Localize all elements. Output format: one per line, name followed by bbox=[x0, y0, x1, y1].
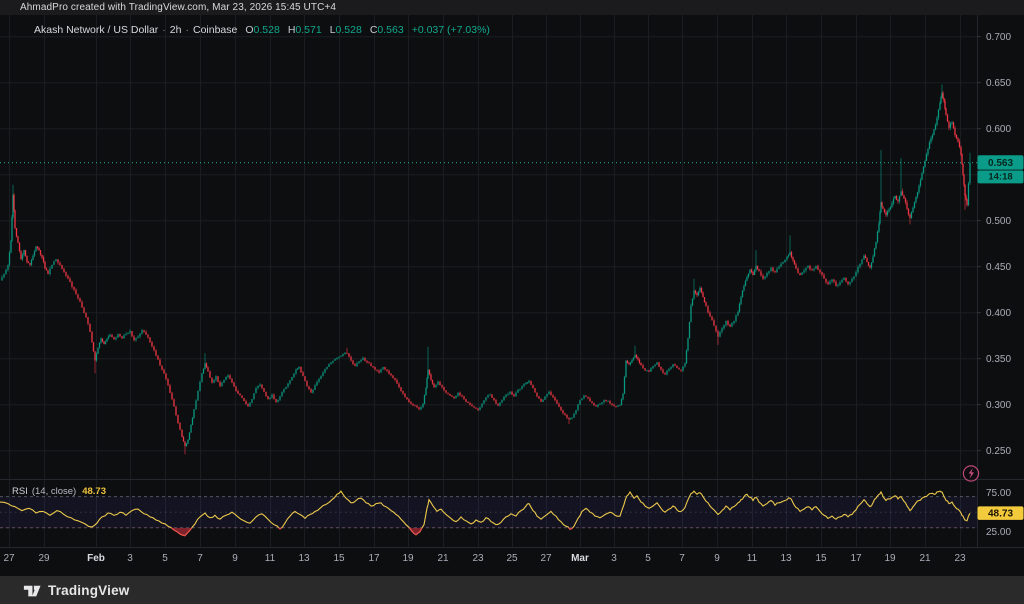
tradingview-logo-icon[interactable] bbox=[22, 581, 41, 600]
time-axis-label: 13 bbox=[780, 553, 792, 564]
current-price-badge-text: 0.563 bbox=[988, 158, 1013, 169]
chart-canvas[interactable]: 0.7000.6500.6000.5500.5000.4500.4000.350… bbox=[0, 0, 1024, 604]
symbol-title[interactable]: Akash Network / US Dollar bbox=[34, 24, 158, 36]
plot-layer: 0.7000.6500.6000.5500.5000.4500.4000.350… bbox=[0, 15, 1024, 576]
time-axis-label: Feb bbox=[87, 553, 105, 564]
time-axis-label: 15 bbox=[333, 553, 345, 564]
price-axis-label: 0.450 bbox=[986, 262, 1011, 273]
interval-label[interactable]: 2h bbox=[170, 24, 182, 36]
price-axis-label: 0.250 bbox=[986, 446, 1011, 457]
footer-bar: TradingView bbox=[0, 576, 1024, 604]
time-axis-label: 27 bbox=[3, 553, 15, 564]
price-axis-label: 0.600 bbox=[986, 124, 1011, 135]
time-axis-label: 5 bbox=[162, 553, 168, 564]
time-axis-label: 27 bbox=[540, 553, 552, 564]
ohlc-close-value: 0.563 bbox=[377, 24, 403, 36]
time-axis-label: 7 bbox=[679, 553, 685, 564]
time-axis-label: 3 bbox=[611, 553, 617, 564]
time-axis-label: 25 bbox=[506, 553, 518, 564]
time-axis-label: 11 bbox=[265, 553, 276, 564]
time-axis-label: 21 bbox=[437, 553, 449, 564]
time-axis-label: 23 bbox=[954, 553, 966, 564]
time-axis-label: 19 bbox=[402, 553, 414, 564]
legend-separator: · bbox=[185, 24, 189, 36]
time-axis-label: 17 bbox=[850, 553, 862, 564]
exchange-label[interactable]: Coinbase bbox=[193, 24, 237, 36]
quick-action-lightning-icon[interactable] bbox=[963, 466, 978, 481]
time-axis-label: 19 bbox=[884, 553, 896, 564]
ohlc-open-key: O bbox=[245, 24, 253, 36]
price-axis-label: 0.700 bbox=[986, 32, 1011, 43]
symbol-legend[interactable]: Akash Network / US Dollar·2h·CoinbaseO0.… bbox=[34, 24, 490, 36]
time-axis-label: 9 bbox=[714, 553, 720, 564]
rsi-indicator-legend[interactable]: RSI (14, close) 48.73 bbox=[12, 486, 106, 497]
ohlc-open-value: 0.528 bbox=[254, 24, 280, 36]
legend-separator: · bbox=[162, 24, 166, 36]
rsi-value: 48.73 bbox=[82, 486, 106, 497]
price-axis-label: 0.300 bbox=[986, 400, 1011, 411]
time-axis-label: 11 bbox=[747, 553, 758, 564]
time-axis-label: 3 bbox=[127, 553, 133, 564]
tradingview-brand-text[interactable]: TradingView bbox=[48, 583, 129, 598]
time-axis-label: 5 bbox=[645, 553, 651, 564]
bar-countdown-text: 14:18 bbox=[988, 172, 1012, 183]
change-value: +0.037 (+7.03%) bbox=[412, 24, 490, 36]
time-axis-label: Mar bbox=[571, 553, 589, 564]
time-axis-label: 13 bbox=[298, 553, 310, 564]
price-axis-label: 0.350 bbox=[986, 354, 1011, 365]
time-axis-label: 9 bbox=[232, 553, 238, 564]
time-axis-label: 29 bbox=[38, 553, 50, 564]
time-axis-label: 21 bbox=[919, 553, 931, 564]
ohlc-low-value: 0.528 bbox=[336, 24, 362, 36]
price-axis-label: 0.500 bbox=[986, 216, 1011, 227]
time-axis-label: 15 bbox=[815, 553, 827, 564]
time-axis-label: 17 bbox=[368, 553, 380, 564]
time-axis-label: 23 bbox=[472, 553, 484, 564]
time-axis-label: 7 bbox=[197, 553, 203, 564]
rsi-title[interactable]: RSI bbox=[12, 486, 28, 497]
rsi-axis-label: 75.00 bbox=[986, 488, 1011, 499]
ohlc-high-value: 0.571 bbox=[295, 24, 321, 36]
price-axis-label: 0.400 bbox=[986, 308, 1011, 319]
rsi-value-badge-text: 48.73 bbox=[988, 508, 1013, 519]
tradingview-chart-window: 0.7000.6500.6000.5500.5000.4500.4000.350… bbox=[0, 0, 1024, 604]
attribution-bar: AhmadPro created with TradingView.com, M… bbox=[0, 0, 1024, 15]
attribution-text: AhmadPro created with TradingView.com, M… bbox=[20, 2, 336, 13]
rsi-params: (14, close) bbox=[32, 486, 76, 497]
rsi-axis-label: 25.00 bbox=[986, 527, 1011, 538]
price-axis-label: 0.650 bbox=[986, 78, 1011, 89]
